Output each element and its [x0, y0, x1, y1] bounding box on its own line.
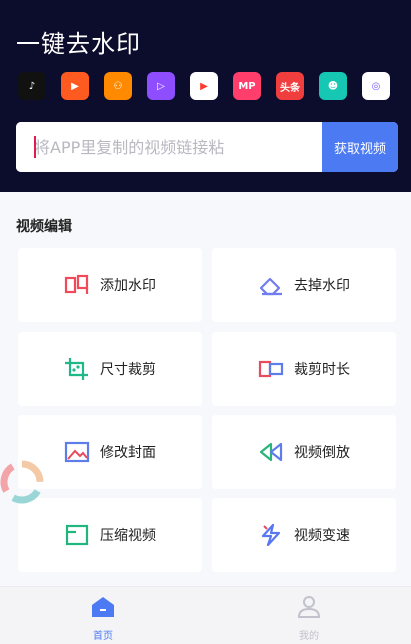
- rewind-icon: [258, 441, 284, 463]
- bottom-tab-bar: 首页 我的: [0, 586, 411, 644]
- frog-icon[interactable]: ☻: [319, 72, 347, 100]
- weishi-icon[interactable]: ▷: [147, 72, 175, 100]
- mp-icon[interactable]: MP: [233, 72, 261, 100]
- tool-label: 尺寸裁剪: [100, 362, 156, 378]
- tool-remove-watermark[interactable]: 去掉水印: [212, 248, 396, 322]
- tool-label: 视频变速: [294, 528, 350, 544]
- header: 一键去水印 ♪ ▶ ⚇ ▷ ▶ MP 头条 ☻ ◎ 获取视频: [0, 0, 411, 192]
- get-video-button[interactable]: 获取视频: [322, 122, 398, 172]
- chat-icon[interactable]: ◎: [362, 72, 390, 100]
- douyin-icon[interactable]: ♪: [18, 72, 46, 100]
- tab-profile[interactable]: 我的: [269, 595, 349, 642]
- cover-icon: [64, 441, 90, 463]
- tool-add-watermark[interactable]: 添加水印: [18, 248, 202, 322]
- tool-label: 视频倒放: [294, 445, 350, 461]
- compress-icon: [64, 524, 90, 546]
- profile-icon: [296, 595, 322, 623]
- tool-label: 裁剪时长: [294, 362, 350, 378]
- play-icon[interactable]: ▶: [190, 72, 218, 100]
- tool-rewind[interactable]: 视频倒放: [212, 415, 396, 489]
- kuaishou-alt-icon[interactable]: ⚇: [104, 72, 132, 100]
- tool-crop[interactable]: 尺寸裁剪: [18, 332, 202, 406]
- remove-watermark-icon: [258, 274, 284, 296]
- tool-label: 修改封面: [100, 445, 156, 461]
- speed-icon: [258, 523, 284, 547]
- loading-spinner-icon[interactable]: [0, 458, 48, 506]
- tool-label: 压缩视频: [100, 528, 156, 544]
- section-title: 视频编辑: [16, 219, 72, 235]
- tool-compress[interactable]: 压缩视频: [18, 498, 202, 572]
- tab-profile-label: 我的: [299, 631, 319, 642]
- add-watermark-icon: [64, 274, 90, 296]
- tool-speed[interactable]: 视频变速: [212, 498, 396, 572]
- tab-home[interactable]: 首页: [63, 595, 143, 642]
- text-caret: [34, 136, 36, 158]
- crop-icon: [64, 357, 90, 381]
- home-icon: [90, 595, 116, 623]
- tool-label: 添加水印: [100, 278, 156, 294]
- link-input[interactable]: [16, 122, 340, 172]
- trim-duration-icon: [258, 358, 284, 380]
- tab-home-label: 首页: [93, 631, 113, 642]
- toutiao-icon[interactable]: 头条: [276, 72, 304, 100]
- app-title: 一键去水印: [16, 30, 141, 58]
- tool-trim-duration[interactable]: 裁剪时长: [212, 332, 396, 406]
- search-bar: 获取视频: [16, 122, 398, 172]
- tool-label: 去掉水印: [294, 278, 350, 294]
- platform-icons-row: ♪ ▶ ⚇ ▷ ▶ MP 头条 ☻ ◎: [0, 72, 411, 108]
- kuaishou-icon[interactable]: ▶: [61, 72, 89, 100]
